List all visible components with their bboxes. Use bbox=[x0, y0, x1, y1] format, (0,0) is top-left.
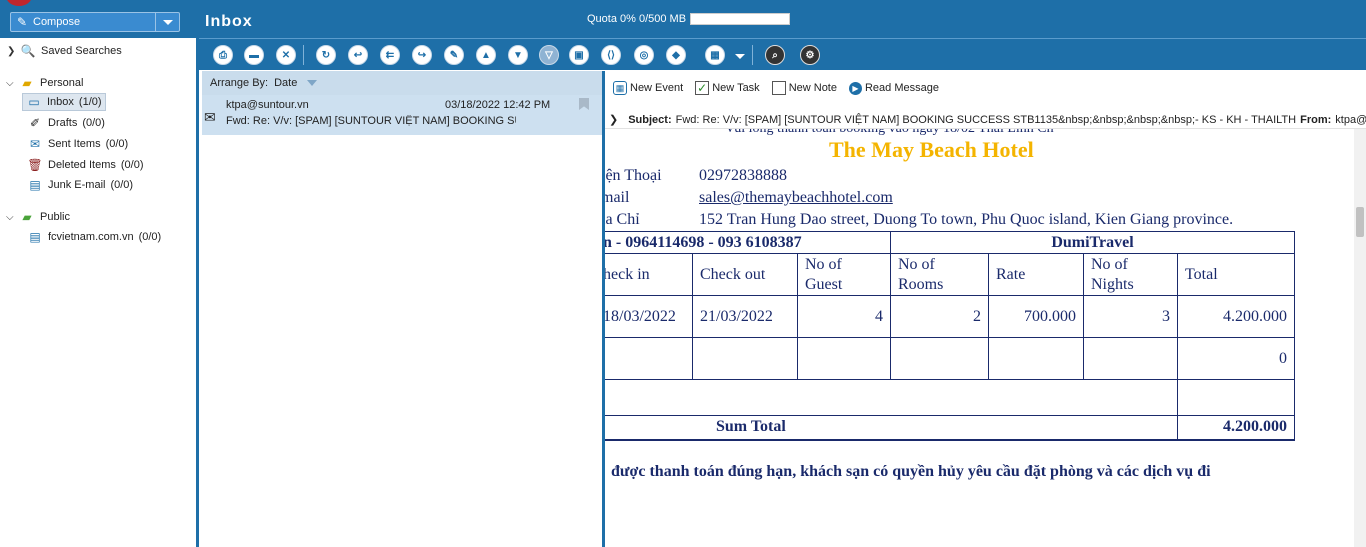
message-subject: Fwd: Re: V/v: [SPAM] [SUNTOUR VIỆT NAM] … bbox=[226, 115, 516, 127]
chevron-right-icon[interactable]: ❯ bbox=[7, 46, 15, 57]
booking-table: n - 0964114698 - 093 6108387 DumiTravel … bbox=[605, 231, 1295, 441]
sidebar-item-junk[interactable]: ▤ Junk E-mail (0/0) bbox=[27, 178, 133, 192]
calendar-icon: ▦ bbox=[613, 81, 627, 95]
pencil-icon: ✎ bbox=[16, 15, 28, 29]
sidebar-group-personal[interactable]: ⌵ ▰ Personal bbox=[6, 76, 83, 90]
new-event-button[interactable]: ▦ New Event bbox=[613, 81, 683, 95]
junk-icon: ▤ bbox=[29, 178, 41, 192]
from-text: ktpa@suntour.vn bbox=[1335, 113, 1366, 126]
compose-label: Compose bbox=[33, 16, 81, 28]
sidebar-group-public[interactable]: ⌵ ▰ Public bbox=[6, 210, 70, 224]
message-date: 03/18/2022 12:42 PM bbox=[445, 99, 551, 111]
drafts-icon: ✐ bbox=[29, 116, 41, 130]
reply-icon[interactable]: ↩ bbox=[348, 45, 368, 65]
toolbar-separator bbox=[752, 45, 753, 65]
toolbar: ⎙ ▬ ✕ ↻ ↩ ⇇ ↪ ✎ ▲ ▼ ▽ ▣ ⟨⟩ ◎ ◆ ▦ ⌕ ⚙ bbox=[199, 38, 1366, 70]
new-note-button[interactable]: New Note bbox=[771, 81, 837, 95]
table-header: heck in bbox=[605, 253, 693, 296]
hotel-name: The May Beach Hotel bbox=[829, 137, 1034, 162]
sidebar-item-sent[interactable]: ✉ Sent Items (0/0) bbox=[27, 137, 128, 151]
arrange-value[interactable]: Date bbox=[274, 77, 317, 89]
payment-note: được thanh toán đúng hạn, khách sạn có q… bbox=[611, 463, 1211, 480]
arrange-by[interactable]: Arrange By: Date bbox=[202, 71, 602, 95]
sent-icon: ✉ bbox=[29, 137, 41, 151]
forward-icon[interactable]: ↪ bbox=[412, 45, 432, 65]
trash-icon: 🗑 bbox=[27, 158, 43, 172]
scrollbar[interactable] bbox=[1354, 129, 1366, 547]
sidebar: ❯ 🔍 Saved Searches ⌵ ▰ Personal ▭ Inbox … bbox=[0, 38, 199, 547]
subject-text: Fwd: Re: V/v: [SPAM] [SUNTOUR VIỆT NAM] … bbox=[675, 113, 1297, 126]
table-header: No of Rooms bbox=[890, 253, 989, 296]
edit-icon[interactable]: ✎ bbox=[444, 45, 464, 65]
email-body: Vui lòng thanh toán booking vào ngày 18/… bbox=[605, 129, 1354, 547]
up-icon[interactable]: ▲ bbox=[476, 45, 496, 65]
list-item[interactable]: ✉ ktpa@suntour.vn 03/18/2022 12:42 PM Fw… bbox=[202, 95, 602, 135]
table-row: 18/03/2022 21/03/2022 4 2 700.000 3 4.20… bbox=[605, 295, 1295, 338]
quota-text: Quota 0% 0/500 MB bbox=[587, 13, 687, 25]
quota: Quota 0% 0/500 MB bbox=[587, 13, 791, 25]
sum-row: Sum Total 4.200.000 bbox=[605, 415, 1295, 440]
filter-icon[interactable]: ▽ bbox=[539, 45, 559, 65]
top-bar: ✎ Compose Inbox Quota 0% 0/500 MB bbox=[0, 0, 1366, 38]
chevron-down-icon[interactable]: ⌵ bbox=[6, 212, 14, 223]
envelope-open-icon: ✉ bbox=[204, 109, 216, 125]
search-icon: 🔍 bbox=[20, 44, 36, 58]
compose-button[interactable]: ✎ Compose bbox=[10, 12, 180, 32]
search-icon[interactable]: ⌕ bbox=[765, 45, 785, 65]
public-folder-icon: ▰ bbox=[22, 210, 32, 224]
message-from: ktpa@suntour.vn bbox=[226, 99, 309, 111]
app-logo bbox=[6, 0, 32, 6]
toolbar-separator bbox=[303, 45, 304, 65]
table-row: 0 bbox=[605, 337, 1295, 380]
chevron-right-icon[interactable]: ❯ bbox=[609, 113, 618, 126]
save-icon[interactable]: ▣ bbox=[569, 45, 589, 65]
settings-icon[interactable]: ⚙ bbox=[800, 45, 820, 65]
folder-open-icon: ▰ bbox=[22, 76, 32, 90]
play-icon: ▶ bbox=[848, 81, 862, 95]
new-task-button[interactable]: ✓ New Task bbox=[695, 81, 760, 95]
folder-icon: ▤ bbox=[29, 230, 41, 244]
page-title: Inbox bbox=[205, 13, 253, 30]
table-header: Rate bbox=[988, 253, 1084, 296]
message-list: Arrange By: Date ✉ ktpa@suntour.vn 03/18… bbox=[202, 71, 602, 547]
code-icon[interactable]: ⟨⟩ bbox=[601, 45, 621, 65]
agency-cell: DumiTravel bbox=[890, 231, 1295, 254]
flag-icon[interactable] bbox=[579, 98, 589, 110]
view-icon[interactable]: ▦ bbox=[705, 45, 725, 65]
read-message-button[interactable]: ▶ Read Message bbox=[848, 81, 939, 95]
sidebar-item-saved-searches[interactable]: ❯ 🔍 Saved Searches bbox=[7, 44, 122, 58]
move-folder-icon[interactable]: ▬ bbox=[244, 45, 264, 65]
table-header: Check out bbox=[692, 253, 798, 296]
sidebar-item-drafts[interactable]: ✐ Drafts (0/0) bbox=[27, 116, 105, 130]
print-icon[interactable]: ⎙ bbox=[213, 45, 233, 65]
view-dropdown-icon[interactable] bbox=[735, 54, 745, 59]
delete-icon[interactable]: ✕ bbox=[276, 45, 296, 65]
sidebar-item-inbox[interactable]: ▭ Inbox (1/0) bbox=[22, 93, 106, 111]
down-icon[interactable]: ▼ bbox=[508, 45, 528, 65]
reply-all-icon[interactable]: ⇇ bbox=[380, 45, 400, 65]
note-icon bbox=[771, 81, 786, 95]
sidebar-item-fcvietnam[interactable]: ▤ fcvietnam.com.vn (0/0) bbox=[27, 230, 161, 244]
sidebar-item-deleted[interactable]: 🗑 Deleted Items (0/0) bbox=[27, 158, 143, 172]
table-header: No of Guest bbox=[797, 253, 891, 296]
table-row bbox=[605, 379, 1295, 416]
inbox-icon: ▭ bbox=[28, 95, 40, 109]
chevron-down-icon[interactable]: ⌵ bbox=[6, 78, 14, 89]
quota-bar bbox=[690, 13, 791, 25]
cut-off-line: Vui lòng thanh toán booking vào ngày 18/… bbox=[725, 129, 1054, 137]
table-header: Total bbox=[1177, 253, 1295, 296]
contact-cell: n - 0964114698 - 093 6108387 bbox=[605, 231, 891, 254]
tag-icon[interactable]: ◆ bbox=[666, 45, 686, 65]
compose-dropdown-icon[interactable] bbox=[155, 13, 179, 31]
target-icon[interactable]: ◎ bbox=[634, 45, 654, 65]
table-header: No of Nights bbox=[1083, 253, 1178, 296]
reading-pane: ▦ New Event ✓ New Task New Note ▶ Read M… bbox=[605, 71, 1366, 547]
email-link[interactable]: sales@themaybeachhotel.com bbox=[699, 189, 893, 206]
scrollbar-thumb[interactable] bbox=[1356, 207, 1364, 237]
checkbox-icon: ✓ bbox=[695, 81, 710, 95]
message-actions: ▦ New Event ✓ New Task New Note ▶ Read M… bbox=[613, 81, 939, 95]
refresh-icon[interactable]: ↻ bbox=[316, 45, 336, 65]
subject-bar: ❯ Subject: Fwd: Re: V/v: [SPAM] [SUNTOUR… bbox=[605, 111, 1366, 129]
